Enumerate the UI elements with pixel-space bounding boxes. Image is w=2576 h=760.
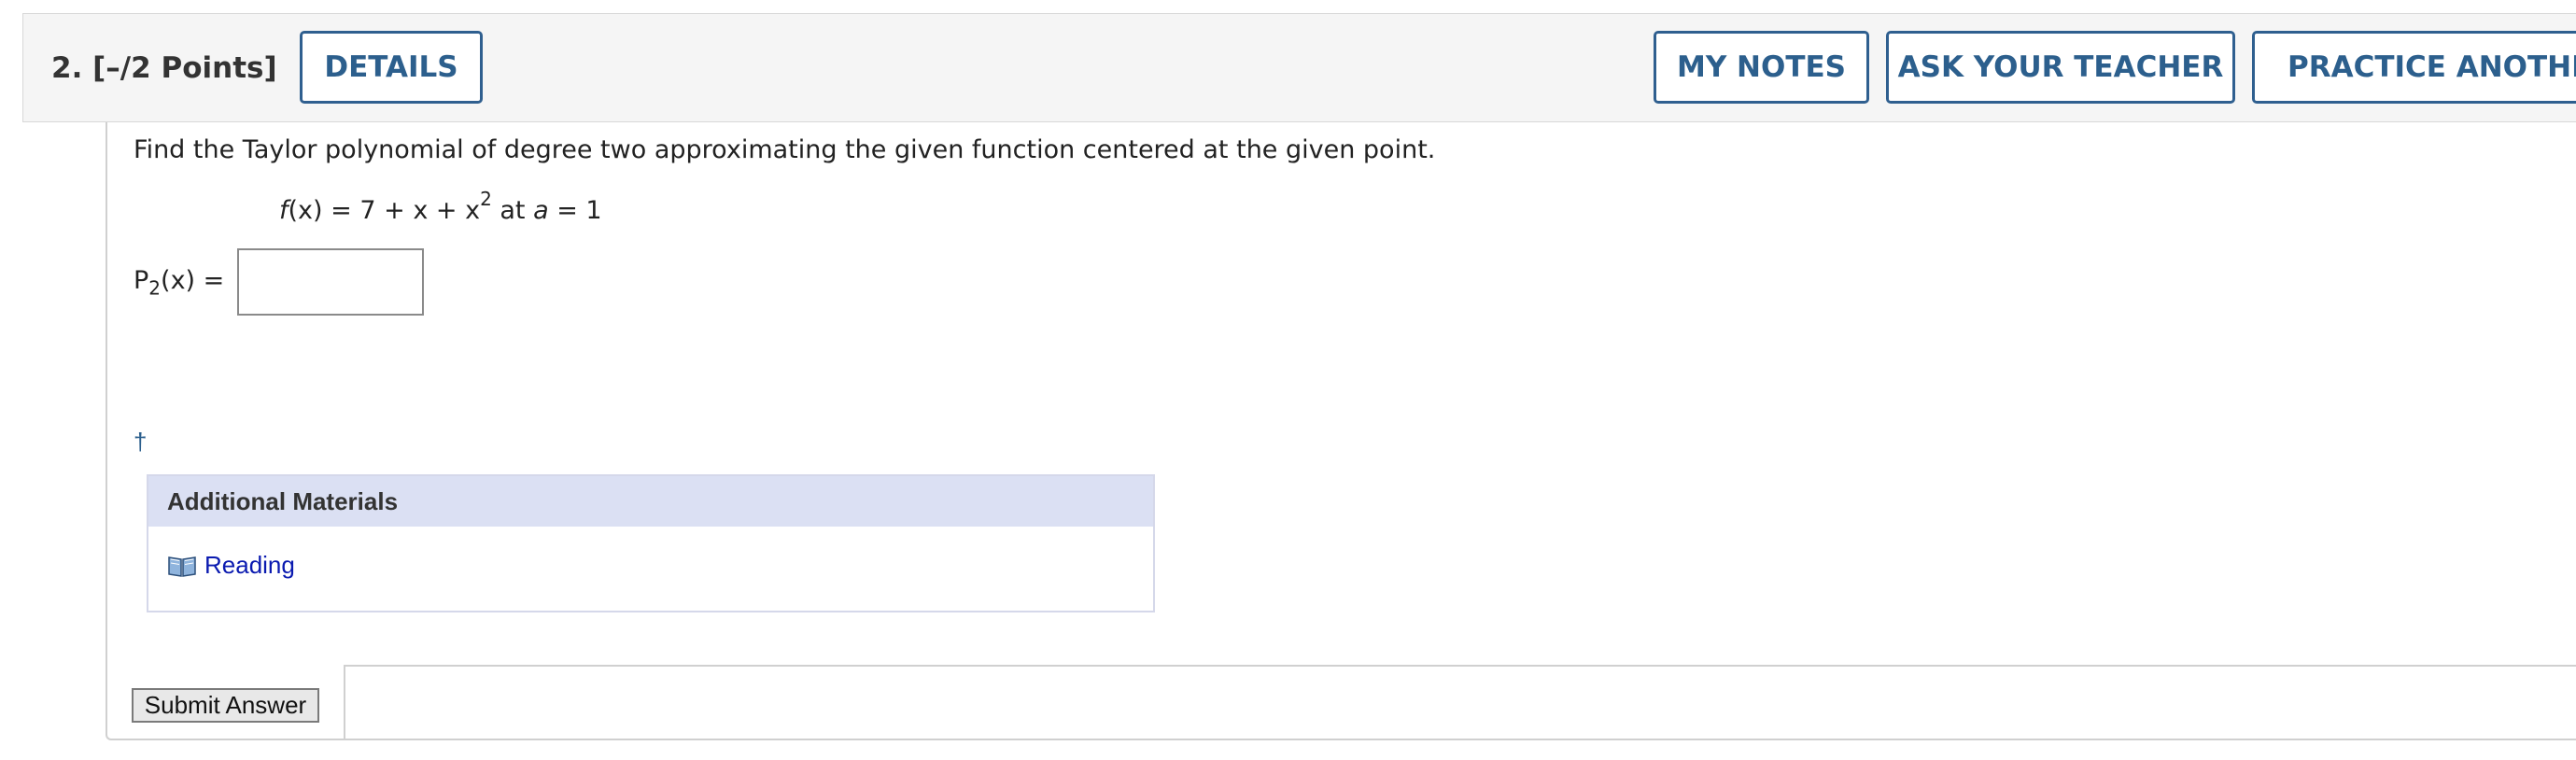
dagger-marker: † xyxy=(134,428,148,456)
question-header: 2. [–/2 Points] DETAILS MY NOTES ASK YOU… xyxy=(22,13,2576,122)
submit-answer-button[interactable]: Submit Answer xyxy=(132,688,319,723)
submit-divider-notch xyxy=(344,665,345,739)
function-body: (x) = 7 + x + x xyxy=(288,196,481,225)
answer-label-p: P xyxy=(134,266,149,295)
submit-divider xyxy=(345,665,2576,667)
reading-link-label: Reading xyxy=(204,551,295,579)
answer-label-tail: (x) = xyxy=(161,266,225,295)
answer-input[interactable] xyxy=(237,248,424,316)
question-prompt: Find the Taylor polynomial of degree two… xyxy=(134,135,1436,164)
additional-materials-panel: Additional Materials Reading xyxy=(147,474,1155,612)
practice-another-button[interactable]: PRACTICE ANOTHER xyxy=(2252,31,2576,104)
answer-label-sub: 2 xyxy=(148,276,162,300)
question-number-points: 2. [–/2 Points] xyxy=(51,51,277,85)
function-expression: f(x) = 7 + x + x2 at a = 1 xyxy=(279,188,602,225)
details-button[interactable]: DETAILS xyxy=(300,31,483,104)
answer-label: P2(x) = xyxy=(134,266,224,299)
function-name: f xyxy=(279,196,289,225)
function-at: at xyxy=(491,196,534,225)
function-center-variable: a xyxy=(533,196,549,225)
additional-materials-heading: Additional Materials xyxy=(148,476,1153,527)
reading-link[interactable]: Reading xyxy=(167,551,295,580)
book-icon xyxy=(167,554,197,578)
ask-your-teacher-button[interactable]: ASK YOUR TEACHER xyxy=(1886,31,2235,104)
my-notes-button[interactable]: MY NOTES xyxy=(1654,31,1869,104)
function-exponent: 2 xyxy=(480,188,492,210)
function-center-value: = 1 xyxy=(548,196,602,225)
